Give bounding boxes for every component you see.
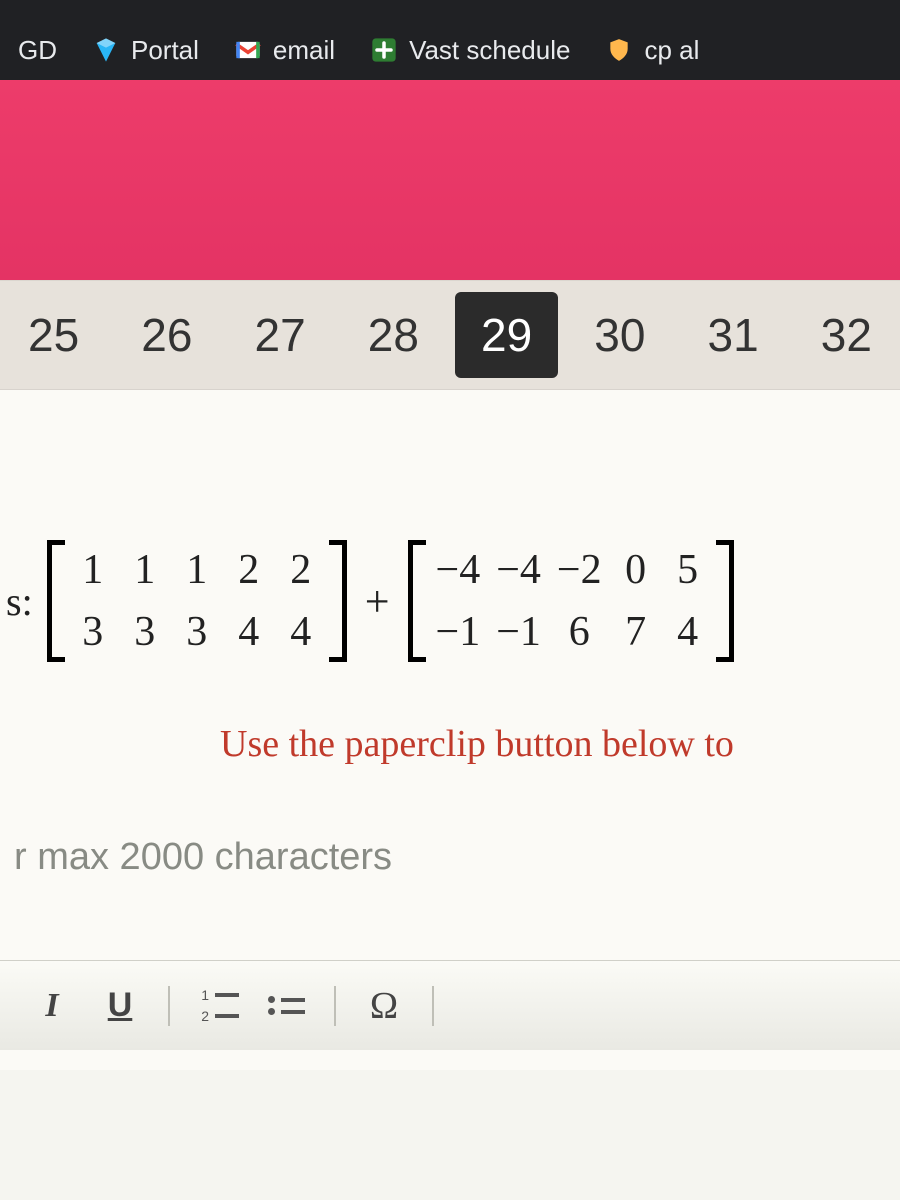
question-number-29[interactable]: 29 [455, 292, 558, 378]
expression-label: s: [6, 578, 33, 625]
underline-button[interactable]: U [88, 978, 152, 1034]
question-number-31[interactable]: 31 [682, 292, 785, 378]
left-bracket-icon [47, 540, 65, 662]
bookmark-cp-al[interactable]: cp al [590, 29, 713, 72]
hint-text: Use the paperclip button below to [220, 722, 890, 766]
bookmark-email[interactable]: email [219, 29, 349, 72]
right-bracket-icon [329, 540, 347, 662]
bookmark-gd[interactable]: GD [4, 29, 71, 72]
question-number-25[interactable]: 25 [2, 292, 105, 378]
bookmark-vast-schedule[interactable]: Vast schedule [355, 29, 584, 72]
unordered-list-icon [268, 996, 305, 1015]
ordered-list-button[interactable]: 1 2 [186, 978, 250, 1034]
bookmark-portal[interactable]: Portal [77, 29, 213, 72]
gmail-icon [233, 35, 263, 65]
italic-button[interactable]: I [20, 978, 84, 1034]
diamond-icon [91, 35, 121, 65]
matrix-a-grid: 1 1 1 2 2 3 3 3 4 4 [65, 540, 329, 662]
question-number-26[interactable]: 26 [115, 292, 218, 378]
matrix-b: −4 −4 −2 0 5 −1 −1 6 7 4 [408, 540, 734, 662]
unordered-list-button[interactable] [254, 978, 318, 1034]
bookmarks-bar: GD Portal email Vast schedule [0, 20, 900, 80]
bookmark-label: Vast schedule [409, 35, 570, 66]
toolbar-separator [334, 986, 336, 1026]
toolbar-separator [168, 986, 170, 1026]
matrix-expression: s: 1 1 1 2 2 3 3 3 4 4 + −4 −4 − [6, 540, 890, 662]
question-number-30[interactable]: 30 [568, 292, 671, 378]
bookmark-label: GD [18, 35, 57, 66]
question-number-27[interactable]: 27 [229, 292, 332, 378]
plus-operator: + [361, 576, 394, 627]
left-bracket-icon [408, 540, 426, 662]
special-character-button[interactable]: Ω [352, 978, 416, 1034]
matrix-b-grid: −4 −4 −2 0 5 −1 −1 6 7 4 [426, 540, 716, 662]
question-content: s: 1 1 1 2 2 3 3 3 4 4 + −4 −4 − [0, 390, 900, 1070]
question-number-ribbon: 25 26 27 28 29 30 31 32 [0, 280, 900, 390]
bookmark-label: cp al [644, 35, 699, 66]
ordered-list-icon: 1 2 [197, 987, 239, 1024]
matrix-a: 1 1 1 2 2 3 3 3 4 4 [47, 540, 347, 662]
right-bracket-icon [716, 540, 734, 662]
editor-toolbar: I U 1 2 Ω [0, 960, 900, 1050]
header-banner [0, 80, 900, 280]
tab-strip-remnant [0, 0, 900, 20]
bookmark-label: email [273, 35, 335, 66]
bookmark-label: Portal [131, 35, 199, 66]
answer-input[interactable]: r max 2000 characters [14, 836, 890, 879]
question-number-32[interactable]: 32 [795, 292, 898, 378]
question-number-28[interactable]: 28 [342, 292, 445, 378]
toolbar-separator [432, 986, 434, 1026]
plus-box-icon [369, 35, 399, 65]
shield-icon [604, 35, 634, 65]
